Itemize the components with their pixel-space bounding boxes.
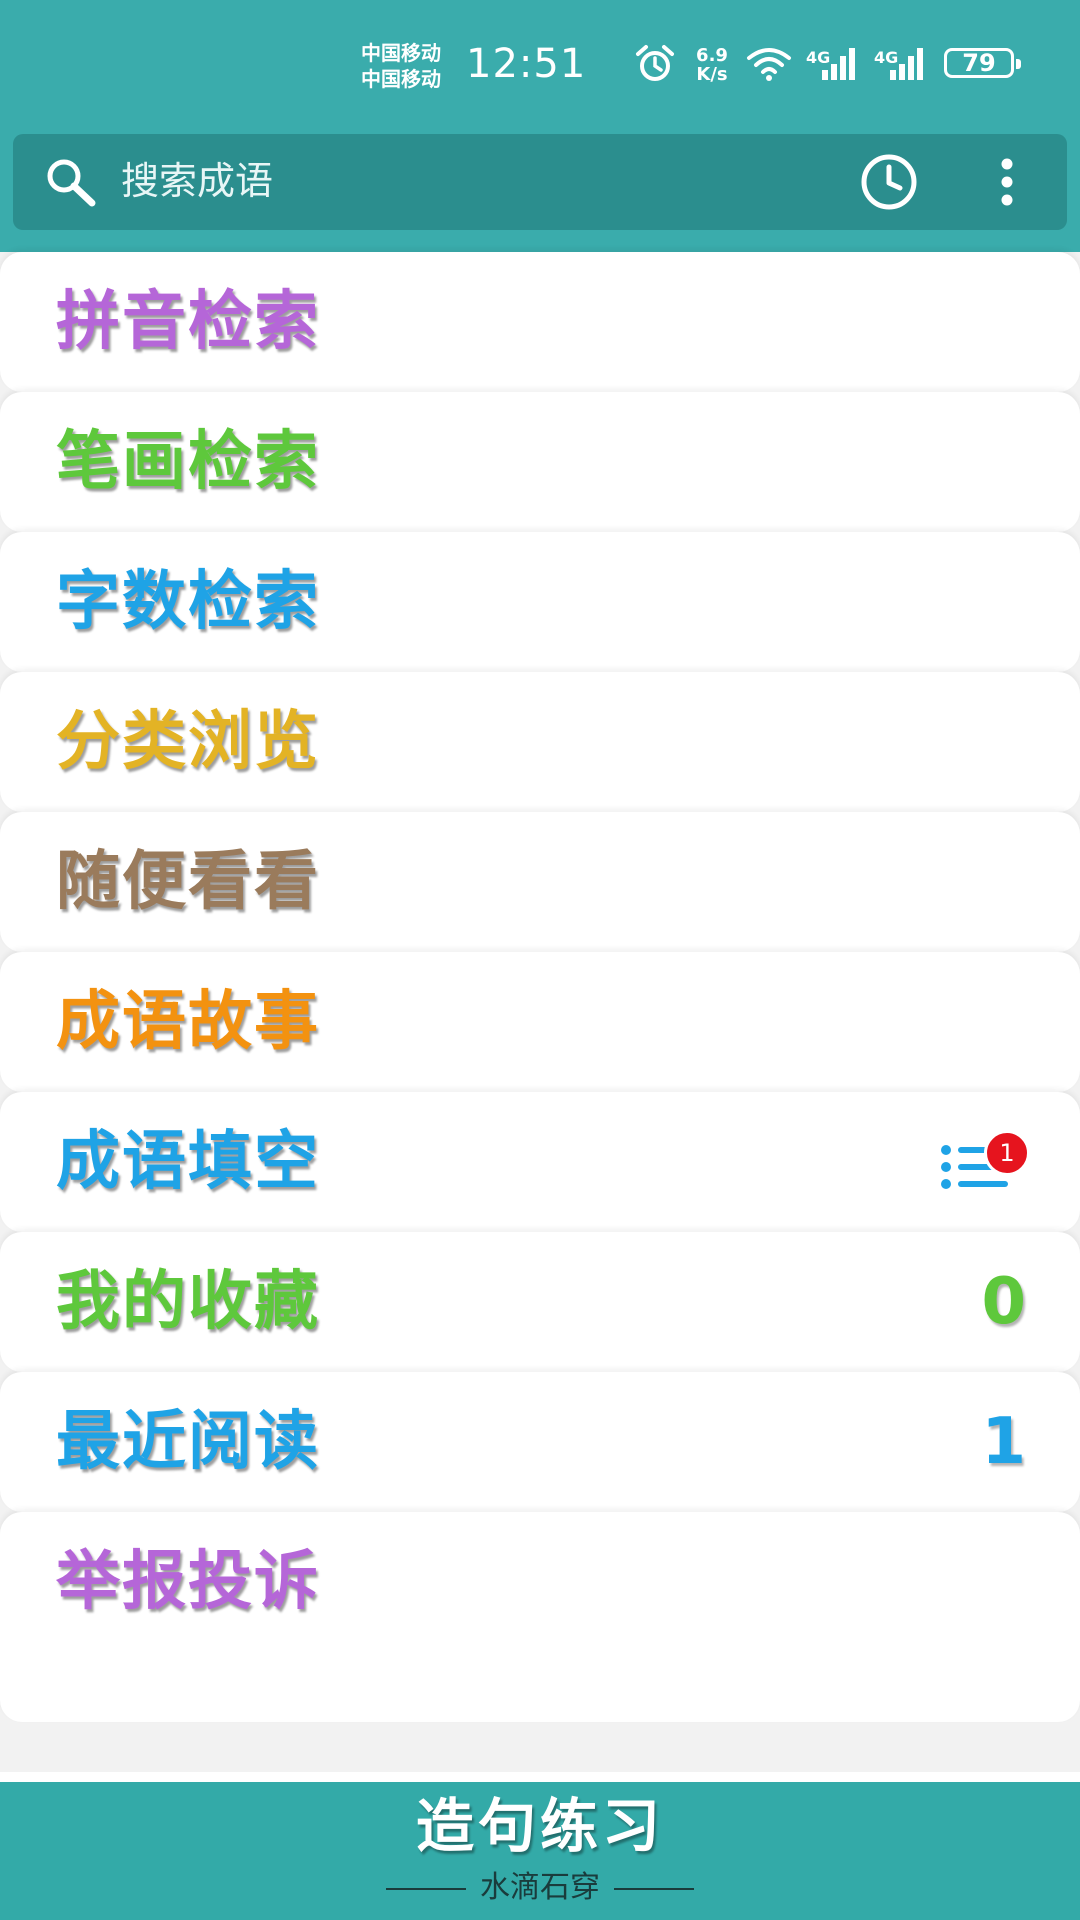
- menu-item-label: 成语故事: [56, 985, 320, 1059]
- menu-item-category-browse[interactable]: 分类浏览: [0, 672, 1080, 812]
- status-time: 12:51: [466, 41, 587, 87]
- speed-unit: K/s: [696, 64, 728, 85]
- menu-item-label: 分类浏览: [56, 705, 320, 779]
- network-speed: 6.9 K/s: [690, 46, 734, 84]
- banner-subtitle-wrap: 水滴石穿: [0, 1868, 1080, 1908]
- sentence-practice-banner[interactable]: 造句练习 水滴石穿: [0, 1782, 1080, 1920]
- menu-list: 拼音检索 笔画检索 字数检索 分类浏览 随便看看 成语故事 成语填空 1 我的收…: [0, 252, 1080, 1772]
- app-bar: [0, 128, 1080, 252]
- banner-title: 造句练习: [415, 1792, 664, 1860]
- menu-item-label: 最近阅读: [56, 1405, 320, 1479]
- menu-item-label: 成语填空: [56, 1125, 320, 1199]
- status-bar: 中国移动 中国移动 12:51 6.9 K/s 4G 4G 79: [0, 0, 1080, 128]
- menu-item-stroke-search[interactable]: 笔画检索: [0, 392, 1080, 532]
- menu-item-idiom-stories[interactable]: 成语故事: [0, 952, 1080, 1092]
- menu-item-report[interactable]: 举报投诉: [0, 1512, 1080, 1722]
- carrier-labels: 中国移动 中国移动: [361, 40, 461, 92]
- search-bar[interactable]: [13, 134, 1067, 230]
- alarm-icon: [636, 45, 674, 81]
- banner-subtitle: 水滴石穿: [480, 1870, 600, 1905]
- divider-right: [614, 1887, 694, 1890]
- wifi-icon: [747, 48, 791, 81]
- menu-item-char-count-search[interactable]: 字数检索: [0, 532, 1080, 672]
- battery-indicator: 79: [944, 48, 1021, 78]
- favorites-count: 0: [981, 1265, 1026, 1339]
- signal-icon-2: [890, 48, 923, 80]
- menu-item-random[interactable]: 随便看看: [0, 812, 1080, 952]
- menu-item-label: 字数检索: [56, 565, 320, 639]
- recent-count: 1: [981, 1405, 1026, 1479]
- carrier-1: 中国移动: [361, 41, 441, 65]
- divider-left: [386, 1887, 466, 1890]
- notification-badge: 1: [984, 1130, 1030, 1176]
- menu-item-label: 举报投诉: [56, 1545, 320, 1619]
- history-icon[interactable]: [857, 152, 921, 212]
- menu-item-favorites[interactable]: 我的收藏 0: [0, 1232, 1080, 1372]
- menu-item-fill-blank[interactable]: 成语填空 1: [0, 1092, 1080, 1232]
- search-input[interactable]: [121, 156, 621, 206]
- more-options-icon[interactable]: [997, 156, 1017, 208]
- signal-icon-1: [822, 48, 855, 80]
- carrier-2: 中国移动: [361, 67, 441, 91]
- menu-item-label: 我的收藏: [56, 1265, 320, 1339]
- speed-value: 6.9: [696, 45, 728, 66]
- menu-item-pinyin-search[interactable]: 拼音检索: [0, 252, 1080, 392]
- menu-item-label: 随便看看: [56, 845, 320, 919]
- menu-item-recent-reading[interactable]: 最近阅读 1: [0, 1372, 1080, 1512]
- search-icon: [47, 159, 96, 207]
- menu-item-label: 拼音检索: [56, 285, 320, 359]
- menu-item-label: 笔画检索: [56, 425, 320, 499]
